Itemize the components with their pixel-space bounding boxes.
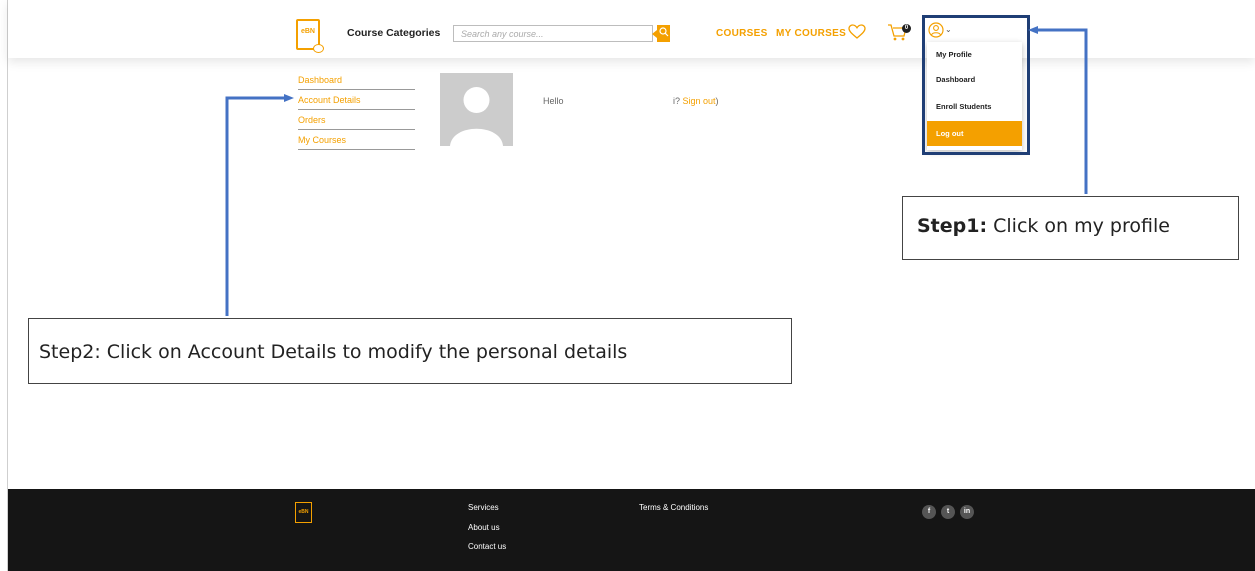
- account-menu-my-courses[interactable]: My Courses: [298, 135, 415, 150]
- site-logo[interactable]: eBN: [296, 19, 324, 53]
- account-menu-account-details[interactable]: Account Details: [298, 95, 415, 110]
- footer-link-about-us[interactable]: About us: [468, 523, 500, 532]
- nav-courses[interactable]: COURSES: [716, 28, 768, 39]
- nav-my-courses[interactable]: MY COURSES: [776, 28, 846, 39]
- search-input[interactable]: Search any course...: [453, 25, 653, 42]
- logo-text: eBN: [300, 28, 315, 35]
- footer-link-terms[interactable]: Terms & Conditions: [639, 503, 708, 512]
- logo-cap-icon: [313, 44, 324, 53]
- signout-text: i? Sign out): [673, 96, 719, 106]
- signout-link[interactable]: Sign out: [683, 96, 716, 106]
- twitter-icon[interactable]: t: [941, 505, 955, 519]
- heart-icon[interactable]: [848, 24, 866, 40]
- signout-suffix: ): [715, 96, 719, 106]
- footer-link-contact-us[interactable]: Contact us: [468, 542, 506, 551]
- avatar: [440, 73, 513, 146]
- screenshot-frame: [7, 0, 1255, 571]
- annotation-step1: Step1: Click on my profile: [902, 196, 1239, 260]
- account-menu-dashboard[interactable]: Dashboard: [298, 75, 415, 90]
- signout-prefix: i?: [673, 96, 683, 106]
- annotation-step2: Step2: Click on Account Details to modif…: [28, 318, 792, 384]
- greeting-text: Hello: [543, 96, 564, 106]
- search-icon[interactable]: [659, 27, 669, 37]
- annotation-highlight-box: [922, 15, 1030, 155]
- linkedin-icon[interactable]: in: [960, 505, 974, 519]
- footer-logo[interactable]: eBN: [295, 502, 312, 523]
- facebook-icon[interactable]: f: [922, 505, 936, 519]
- site-footer: [8, 489, 1255, 571]
- annotation-step1-text: Click on my profile: [987, 215, 1170, 237]
- account-menu-orders[interactable]: Orders: [298, 115, 415, 130]
- course-categories-menu[interactable]: Course Categories: [347, 27, 440, 39]
- footer-logo-text: eBN: [298, 509, 309, 515]
- footer-link-services[interactable]: Services: [468, 503, 499, 512]
- annotation-step1-label: Step1:: [917, 215, 988, 237]
- cart-count-badge: 0: [902, 24, 911, 33]
